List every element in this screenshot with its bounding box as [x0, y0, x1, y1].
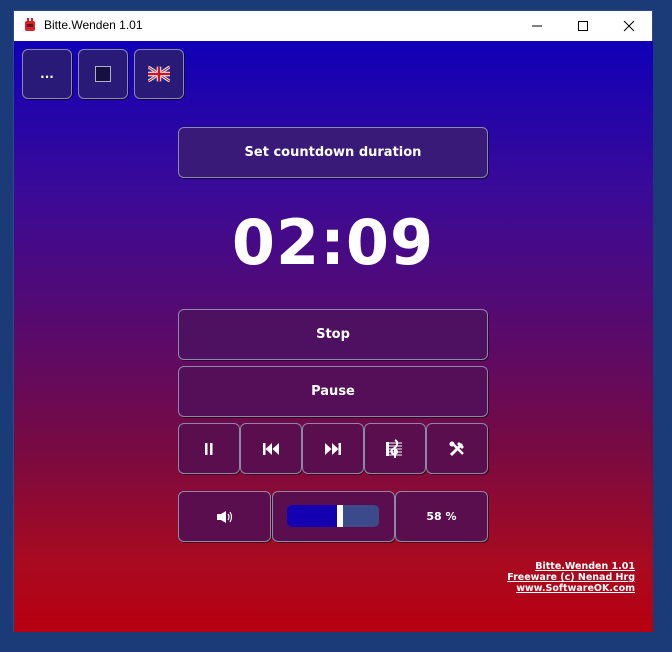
- mute-button[interactable]: [178, 491, 271, 542]
- previous-button[interactable]: [240, 423, 302, 474]
- tools-icon: [449, 441, 464, 456]
- set-countdown-duration-button[interactable]: Set countdown duration: [178, 127, 488, 178]
- volume-percent-display: 58 %: [395, 491, 488, 542]
- footer-info: Bitte.Wenden 1.01 Freeware (c) Nenad Hrg…: [507, 561, 635, 594]
- stop-button[interactable]: Stop: [178, 309, 488, 360]
- volume-slider-track[interactable]: [287, 505, 379, 527]
- close-icon: [623, 20, 635, 32]
- title-bar[interactable]: Bitte.Wenden 1.01: [14, 11, 652, 41]
- settings-tools-button[interactable]: [426, 423, 488, 474]
- maximize-icon: [578, 21, 588, 31]
- pause-small-button[interactable]: [178, 423, 240, 474]
- stop-square-button[interactable]: [78, 49, 128, 99]
- more-label: ...: [40, 67, 54, 81]
- minimize-button[interactable]: [514, 11, 560, 41]
- app-window: Bitte.Wenden 1.01 ... Set countdown dura…: [13, 10, 653, 632]
- sound-selection-button[interactable]: [364, 423, 426, 474]
- window-title: Bitte.Wenden 1.01: [44, 18, 143, 32]
- app-version-link[interactable]: Bitte.Wenden 1.01: [507, 561, 635, 572]
- close-button[interactable]: [606, 11, 652, 41]
- stop-label: Stop: [316, 327, 350, 342]
- more-options-button[interactable]: ...: [22, 49, 72, 99]
- skip-forward-icon: [325, 442, 341, 455]
- author-link[interactable]: Freeware (c) Nenad Hrg: [507, 572, 635, 583]
- minimize-icon: [532, 25, 542, 27]
- skip-back-icon: [263, 442, 279, 455]
- set-duration-label: Set countdown duration: [244, 145, 422, 160]
- pause-label: Pause: [311, 384, 355, 399]
- maximize-button[interactable]: [560, 11, 606, 41]
- pause-button[interactable]: Pause: [178, 366, 488, 417]
- uk-flag-icon: [148, 66, 170, 82]
- stop-square-icon: [95, 66, 111, 82]
- countdown-display: 02:09: [231, 206, 435, 279]
- volume-slider[interactable]: [272, 491, 395, 542]
- app-icon: [25, 18, 35, 31]
- client-area: ... Set countdown duration 02:09 Stop Pa…: [14, 41, 653, 632]
- volume-slider-thumb[interactable]: [337, 505, 343, 527]
- volume-percent-label: 58 %: [426, 510, 457, 523]
- volume-slider-fill: [287, 505, 337, 527]
- speaker-icon: [216, 510, 232, 523]
- next-button[interactable]: [302, 423, 364, 474]
- pause-icon: [205, 442, 213, 455]
- website-link[interactable]: www.SoftwareOK.com: [507, 583, 635, 594]
- language-button[interactable]: [134, 49, 184, 99]
- music-note-icon: [386, 438, 402, 458]
